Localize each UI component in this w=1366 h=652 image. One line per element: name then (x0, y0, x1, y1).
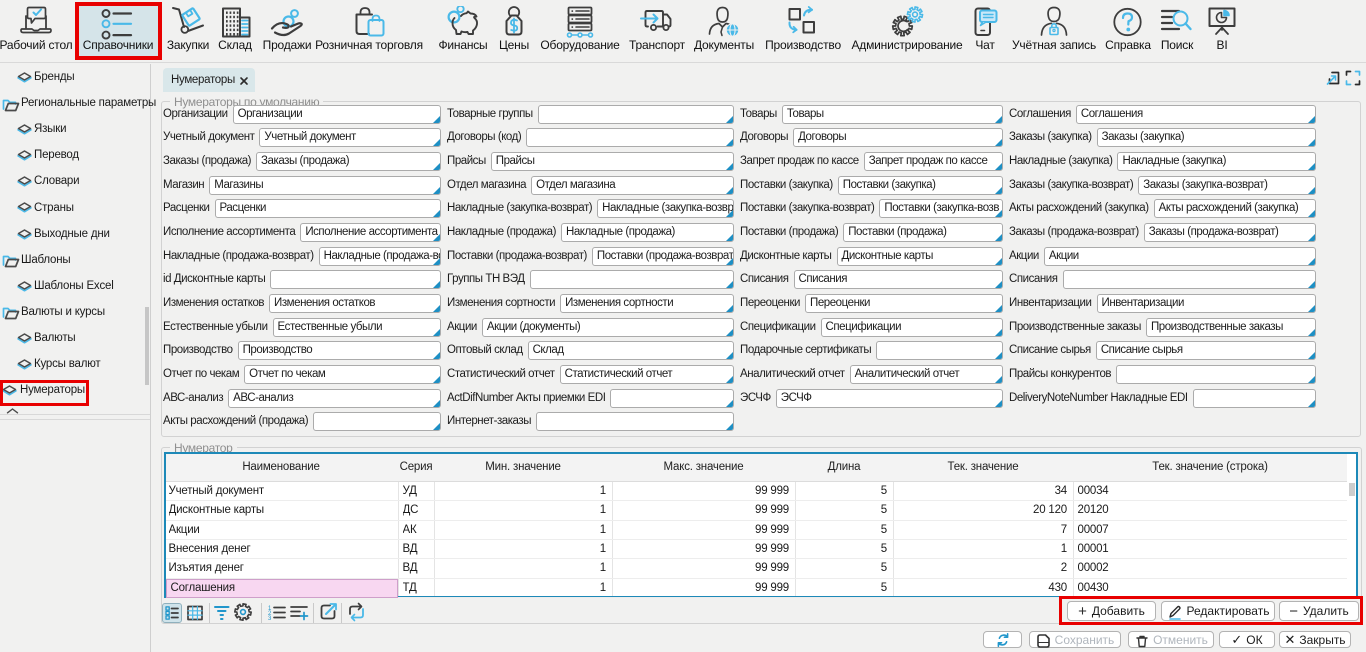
svg-text:3: 3 (268, 616, 272, 622)
